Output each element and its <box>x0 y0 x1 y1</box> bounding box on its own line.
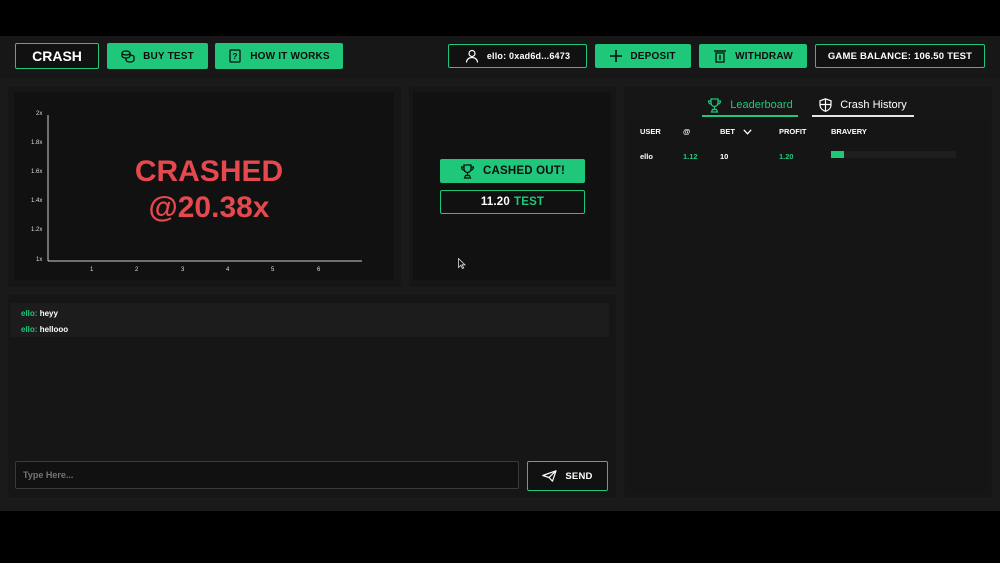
y-tick-label: 1.2x <box>31 227 43 233</box>
user-icon <box>465 49 479 63</box>
tab-crash-history-label: Crash History <box>840 99 907 111</box>
payout-amount: 11.20 <box>480 196 510 208</box>
send-icon <box>542 470 557 482</box>
chat-text: heyy <box>39 309 58 318</box>
chat-message: ello: heyy <box>21 309 58 318</box>
tab-leaderboard-label: Leaderboard <box>730 99 793 111</box>
crash-status-title: CRASHED <box>134 155 284 188</box>
game-panel: 2x 1.8x 1.6x 1.4x 1.2x 1x 1 2 3 4 5 6 CR… <box>8 87 401 287</box>
buy-test-label: BUY TEST <box>143 50 194 62</box>
bravery-bar-fill <box>831 151 844 158</box>
column-header-user: USER <box>640 127 661 136</box>
y-tick-label: 1x <box>36 257 43 263</box>
bet-panel-inner <box>413 92 611 280</box>
mouse-cursor-icon <box>458 258 466 269</box>
trophy-icon <box>707 97 722 113</box>
svg-text:?: ? <box>233 52 238 61</box>
withdraw-label: WITHDRAW <box>735 50 793 62</box>
chart-area: 2x 1.8x 1.6x 1.4x 1.2x 1x 1 2 3 4 5 6 CR… <box>14 92 394 280</box>
row-bet: 10 <box>720 152 729 161</box>
account-label: ello: 0xad6d...6473 <box>486 51 571 61</box>
x-tick-label: 1 <box>90 267 94 273</box>
send-button[interactable]: SEND <box>527 461 608 491</box>
column-header-bravery: BRAVERY <box>831 127 867 136</box>
buy-test-button[interactable]: BUY TEST <box>107 43 208 69</box>
x-tick-label: 5 <box>271 267 275 273</box>
top-bar: CRASH BUY TEST ? HOW IT WORKS ello: 0xad… <box>0 36 1000 78</box>
cashed-out-button[interactable]: CASHED OUT! <box>440 159 585 183</box>
how-it-works-label: HOW IT WORKS <box>250 50 330 62</box>
chat-input[interactable] <box>15 461 519 489</box>
y-tick-label: 1.6x <box>31 169 43 175</box>
column-header-profit: PROFIT <box>779 127 807 136</box>
column-header-bet[interactable]: BET <box>720 127 752 136</box>
atm-icon <box>713 49 727 63</box>
chat-username: ello: <box>21 325 38 334</box>
chat-message: ello: hellooo <box>21 325 68 334</box>
chat-messages: ello: heyy ello: hellooo <box>11 303 609 337</box>
shield-icon <box>819 98 832 112</box>
payout-amount-display: 11.20 TEST <box>440 190 585 214</box>
trophy-icon <box>460 163 475 179</box>
crash-multiplier: @20.38x <box>148 191 270 224</box>
payout-currency: TEST <box>513 196 545 208</box>
y-tick-label: 1.4x <box>31 198 43 204</box>
how-it-works-button[interactable]: ? HOW IT WORKS <box>215 43 343 69</box>
crash-status: CRASHED @20.38x <box>109 154 309 226</box>
row-profit: 1.20 <box>779 152 794 161</box>
chevron-down-icon <box>743 128 752 135</box>
account-button[interactable]: ello: 0xad6d...6473 <box>448 44 587 68</box>
deposit-button[interactable]: DEPOSIT <box>595 44 691 68</box>
chat-text: hellooo <box>39 325 69 334</box>
chat-username: ello: <box>21 309 38 318</box>
tab-crash-history[interactable]: Crash History <box>812 95 914 117</box>
row-at: 1.12 <box>683 152 698 161</box>
logo[interactable]: CRASH <box>15 43 99 69</box>
deposit-label: DEPOSIT <box>630 50 676 62</box>
column-header-at: @ <box>683 127 691 136</box>
x-tick-label: 2 <box>135 267 139 273</box>
bravery-bar <box>831 151 956 158</box>
chat-panel: ello: heyy ello: hellooo SEND <box>8 295 616 497</box>
coins-icon <box>121 49 135 63</box>
x-tick-label: 3 <box>181 267 185 273</box>
withdraw-button[interactable]: WITHDRAW <box>699 44 807 68</box>
y-tick-label: 1.8x <box>31 140 43 146</box>
column-header-bet-label: BET <box>720 127 735 136</box>
x-tick-label: 6 <box>317 267 321 273</box>
tab-leaderboard[interactable]: Leaderboard <box>702 95 798 117</box>
cashed-out-label: CASHED OUT! <box>482 165 566 177</box>
row-user: ello <box>640 152 653 161</box>
leaderboard-panel: Leaderboard Crash History USER @ BET PRO… <box>624 87 992 497</box>
game-balance-display: GAME BALANCE: 106.50 TEST <box>815 44 985 68</box>
x-tick-label: 4 <box>226 267 230 273</box>
y-tick-label: 2x <box>36 111 43 117</box>
bet-panel: CASHED OUT! 11.20 TEST <box>409 87 616 287</box>
plus-icon <box>610 50 623 62</box>
leaderboard-table <box>627 119 987 491</box>
app-window: CRASH BUY TEST ? HOW IT WORKS ello: 0xad… <box>0 36 1000 511</box>
send-label: SEND <box>565 470 593 482</box>
help-book-icon: ? <box>228 49 242 63</box>
